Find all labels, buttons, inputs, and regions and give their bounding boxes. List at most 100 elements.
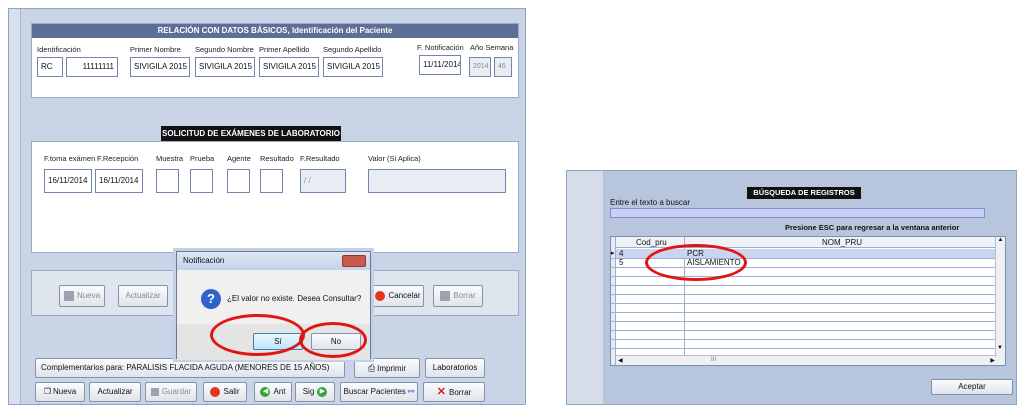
highlight-ring-si (210, 314, 305, 356)
col-header-nom[interactable]: NOM_PRU (822, 238, 862, 247)
grid-line (611, 348, 1005, 349)
guardar-button[interactable]: Guardar (145, 382, 197, 402)
dialog-message: ¿El valor no existe. Desea Consultar? (227, 294, 362, 303)
aceptar-button[interactable]: Aceptar (931, 379, 1013, 395)
nueva-label: Nueva (53, 387, 77, 396)
salir-button[interactable]: Salir (203, 382, 247, 402)
window-side-strip (9, 9, 21, 404)
cancel-icon (375, 290, 386, 301)
new-doc-icon: ❐ (43, 387, 52, 396)
borrar-label: Borrar (448, 388, 472, 397)
scroll-left-icon[interactable]: ◀ (618, 357, 623, 364)
dialog-close-button[interactable] (342, 255, 366, 267)
arrow-right-icon: ▶ (317, 386, 328, 397)
lab-cancelar-button[interactable]: Cancelar (372, 285, 424, 307)
segundo-nombre-field[interactable]: SIVIGILA 2015 (195, 57, 255, 77)
close-x-icon: ✕ (436, 386, 446, 398)
grid-line (611, 339, 1005, 340)
highlight-ring-results (645, 244, 747, 281)
buscar-pacientes-button[interactable]: Buscar Pacientes ⚯ (340, 382, 418, 402)
primer-nombre-field[interactable]: SIVIGILA 2015 (130, 57, 190, 77)
search-left-strip (567, 171, 603, 404)
label-muestra: Muestra (156, 154, 184, 163)
salir-label: Salir (223, 387, 240, 396)
scroll-down-icon[interactable]: ▼ (997, 345, 1003, 351)
label-prueba: Prueba (190, 154, 215, 163)
imprimir-label: Imprimir (377, 364, 407, 373)
tipo-id-field[interactable]: RC (37, 57, 63, 77)
primer-apellido-field[interactable]: SIVIGILA 2015 (259, 57, 319, 77)
complementarios-button[interactable]: Complementarios para: PARALISIS FLACIDA … (35, 358, 345, 378)
guardar-label: Guardar (161, 387, 192, 396)
label-segundo-apellido: Segundo Apellido (323, 45, 382, 54)
search-input[interactable] (610, 208, 985, 218)
save-icon (150, 387, 159, 396)
grid-line (611, 303, 1005, 304)
f-toma-field[interactable]: 16/11/2014 (44, 169, 92, 193)
exit-icon (210, 386, 221, 397)
label-anio-semana: Año Semana (470, 43, 514, 52)
borrar-button[interactable]: ✕ Borrar (423, 382, 485, 402)
nueva-button[interactable]: ❐ Nueva (35, 382, 85, 402)
anio-field: 2014 (469, 57, 491, 77)
row-cod: 5 (619, 258, 624, 267)
f-resultado-field: / / (300, 169, 346, 193)
search-title: BÚSQUEDA DE REGISTROS (747, 187, 861, 199)
label-primer-nombre: Primer Nombre (130, 45, 181, 54)
lab-borrar-label: Borrar (453, 291, 476, 300)
f-notificacion-field[interactable]: 11/11/2014 (419, 55, 461, 75)
lab-panel: F.toma exámen F.Recepción Muestra Prueba… (31, 141, 519, 253)
binoculars-icon: ⚯ (407, 387, 415, 396)
search-hint: Presione ESC para regresar a la ventana … (785, 223, 960, 232)
valor-field (368, 169, 506, 193)
scroll-up-icon[interactable]: ▲ (996, 237, 1005, 243)
search-prompt: Entre el texto a buscar (610, 198, 691, 207)
label-resultado: Resultado (260, 154, 294, 163)
scroll-right-icon[interactable]: ▶ (990, 357, 995, 364)
grid-line (611, 312, 1005, 313)
scroll-thumb[interactable]: III (711, 357, 716, 363)
highlight-ring-no (299, 322, 367, 358)
row-cod: 4 (619, 249, 624, 258)
lab-borrar-button[interactable]: Borrar (433, 285, 483, 307)
ant-button[interactable]: ◀ Ant (254, 382, 292, 402)
semana-field: 46 (494, 57, 512, 77)
prueba-field[interactable] (190, 169, 213, 193)
lab-cancelar-label: Cancelar (388, 291, 421, 300)
ant-label: Ant (273, 387, 286, 396)
imprimir-button[interactable]: ⎙ Imprimir (354, 358, 420, 378)
resultado-field[interactable] (260, 169, 283, 193)
muestra-field[interactable] (156, 169, 179, 193)
sig-label: Sig (302, 387, 315, 396)
printer-icon: ⎙ (367, 363, 376, 373)
laboratorios-button[interactable]: Laboratorios (425, 358, 485, 378)
agente-field[interactable] (227, 169, 250, 193)
grid-line (611, 321, 1005, 322)
delete-icon (440, 290, 451, 301)
search-window: BÚSQUEDA DE REGISTROS Entre el texto a b… (566, 170, 1017, 405)
sig-button[interactable]: Sig ▶ (295, 382, 335, 402)
new-icon (63, 290, 74, 301)
lab-actualizar-button[interactable]: Actualizar (118, 285, 168, 307)
col-header-cod[interactable]: Cod_pru (636, 238, 667, 247)
question-icon: ? (201, 289, 221, 309)
label-agente: Agente (227, 154, 251, 163)
actualizar-button[interactable]: Actualizar (89, 382, 141, 402)
lab-nueva-button[interactable]: Nueva (59, 285, 105, 307)
grid-line (611, 330, 1005, 331)
f-recepcion-field[interactable]: 16/11/2014 (95, 169, 143, 193)
segundo-apellido-field[interactable]: SIVIGILA 2015 (323, 57, 383, 77)
horizontal-scrollbar[interactable]: ◀ III ▶ (616, 355, 997, 365)
numero-id-field[interactable]: 11111111 (66, 57, 118, 77)
label-identificacion: Identificación (37, 45, 81, 54)
grid-line (611, 294, 1005, 295)
patient-section-title: RELACIÓN CON DATOS BÁSICOS, Identificaci… (32, 24, 518, 38)
label-primer-apellido: Primer Apellido (259, 45, 310, 54)
patient-panel: RELACIÓN CON DATOS BÁSICOS, Identificaci… (31, 23, 519, 98)
arrow-left-icon: ◀ (260, 386, 271, 397)
grid-line (611, 285, 1005, 286)
lab-section-title: SOLICITUD DE EXÁMENES DE LABORATORIO (161, 126, 341, 141)
label-f-toma: F.toma exámen (44, 154, 96, 163)
row-pointer-icon: ▸ (611, 250, 615, 257)
label-valor: Valor (Si Aplica) (368, 154, 421, 163)
